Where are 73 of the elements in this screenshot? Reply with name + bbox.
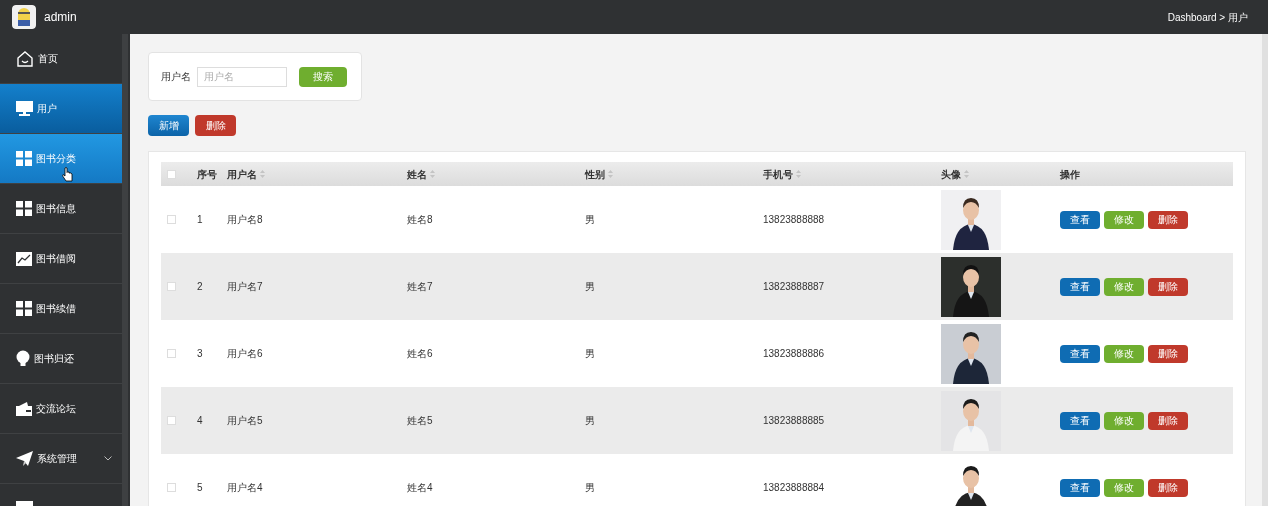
table-cell: 3 xyxy=(197,348,203,359)
view-button[interactable]: 查看 xyxy=(1060,478,1100,497)
monitor-icon xyxy=(16,101,33,116)
row-checkbox[interactable] xyxy=(167,416,176,425)
row-checkbox[interactable] xyxy=(167,282,176,291)
table-cell: 用户名8 xyxy=(227,214,263,225)
search-field[interactable]: 用户名 xyxy=(197,66,287,87)
table-cell: 13823888888 xyxy=(763,214,825,225)
delete-button[interactable]: 删除 xyxy=(1148,478,1188,497)
table-cell: 用户名4 xyxy=(227,482,263,493)
column-header[interactable]: 性别 xyxy=(585,166,605,182)
table-cell: 姓名8 xyxy=(407,214,433,225)
table-cell: 男 xyxy=(585,214,595,225)
column-header: 操作 xyxy=(1060,167,1080,182)
row-checkbox[interactable] xyxy=(167,215,176,224)
view-button[interactable]: 查看 xyxy=(1060,344,1100,363)
table-cell: 用户名7 xyxy=(227,281,263,292)
table-cell: 13823888886 xyxy=(763,348,825,359)
table-cell: 姓名6 xyxy=(407,348,433,359)
table-cell: 4 xyxy=(197,415,203,426)
table-cell: 男 xyxy=(585,482,595,493)
sort-icon xyxy=(796,170,801,178)
add-button[interactable]: 新增 xyxy=(148,115,189,136)
table-cell: 2 xyxy=(197,281,203,292)
table-cell: 13823888884 xyxy=(763,482,825,493)
column-header: 序号 xyxy=(197,167,217,182)
table-cell: 用户名6 xyxy=(227,348,263,359)
column-header[interactable]: 头像 xyxy=(941,166,961,182)
sidebar-item[interactable]: 用户 xyxy=(0,84,122,134)
chevron-down-icon xyxy=(104,456,112,461)
delete-button[interactable]: 删除 xyxy=(1148,344,1188,363)
delete-button[interactable]: 删除 xyxy=(1148,277,1188,296)
table-cell: 男 xyxy=(585,348,595,359)
grid-icon xyxy=(16,201,32,216)
table-cell: 姓名5 xyxy=(407,415,433,426)
sidebar-item[interactable]: 图书分类 xyxy=(0,134,122,184)
bulb-icon xyxy=(16,349,30,368)
sort-icon xyxy=(964,170,969,178)
view-button[interactable]: 查看 xyxy=(1060,210,1100,229)
avatar-icon xyxy=(12,5,36,29)
wallet-icon xyxy=(16,401,32,416)
row-checkbox[interactable] xyxy=(167,483,176,492)
view-button[interactable]: 查看 xyxy=(1060,277,1100,296)
row-checkbox[interactable] xyxy=(167,349,176,358)
breadcrumb: Dashboard > 用户 xyxy=(1167,10,1248,25)
delete-button[interactable]: 删除 xyxy=(1148,210,1188,229)
home-icon xyxy=(16,49,34,68)
table-cell: 姓名7 xyxy=(407,281,433,292)
delete-button[interactable]: 删除 xyxy=(1148,411,1188,430)
table-cell: 13823888885 xyxy=(763,415,825,426)
table-cell: 姓名4 xyxy=(407,482,433,493)
paper-plane-icon xyxy=(16,451,33,466)
grid-icon xyxy=(16,301,32,316)
view-button[interactable]: 查看 xyxy=(1060,411,1100,430)
search-label: 用户名 xyxy=(161,70,191,84)
column-header[interactable]: 姓名 xyxy=(407,166,427,182)
column-header[interactable]: 手机号 xyxy=(763,166,793,182)
delete-button[interactable]: 删除 xyxy=(195,115,236,136)
sort-icon xyxy=(260,170,265,178)
table-cell: 1 xyxy=(197,214,203,225)
sort-icon xyxy=(430,170,435,178)
table-cell: 13823888887 xyxy=(763,281,825,292)
table-cell: 5 xyxy=(197,482,203,493)
table-cell: 男 xyxy=(585,415,595,426)
table-cell: 用户名5 xyxy=(227,415,263,426)
column-header[interactable]: 用户名 xyxy=(227,166,257,182)
hand-cursor-icon xyxy=(62,167,73,182)
chart-icon xyxy=(16,251,32,266)
table-cell: 男 xyxy=(585,281,595,292)
grid-icon xyxy=(16,151,32,166)
select-all-checkbox[interactable] xyxy=(167,169,176,179)
user-name: admin xyxy=(44,9,77,26)
sort-icon xyxy=(608,170,613,178)
